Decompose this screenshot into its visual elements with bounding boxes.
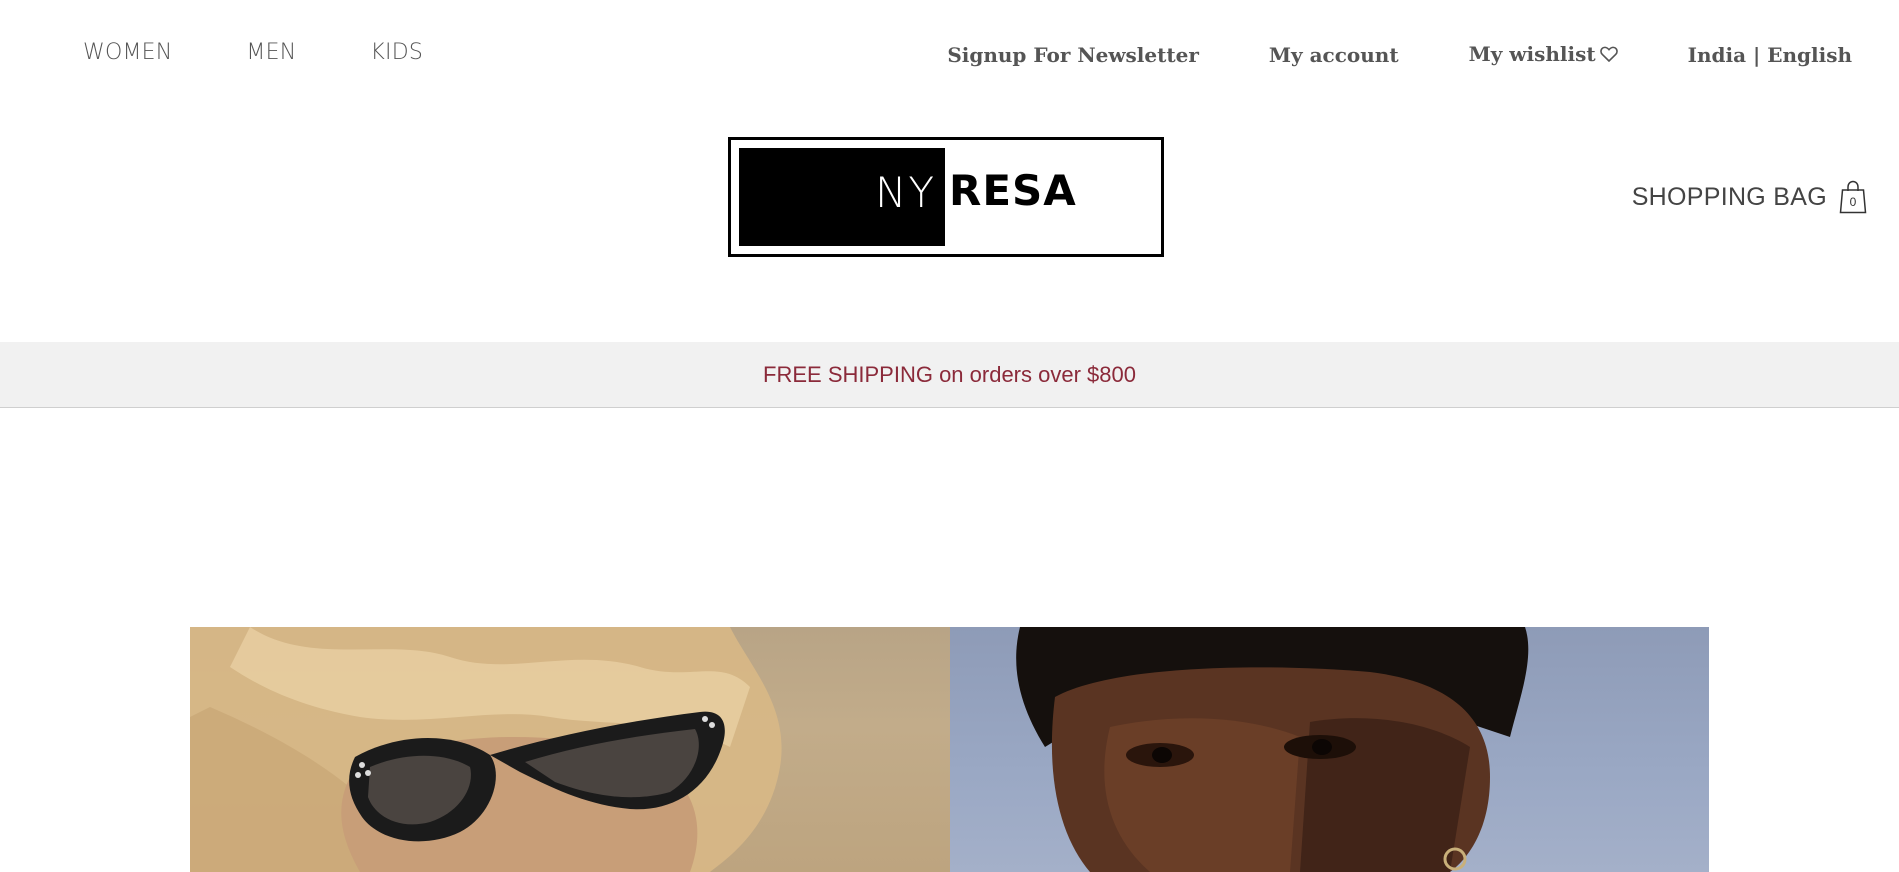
my-wishlist-link[interactable]: My wishlist xyxy=(1469,42,1618,67)
my-account-label: My account xyxy=(1268,42,1399,67)
category-nav: WOMEN MEN KIDS xyxy=(83,40,423,65)
shopping-bag-label: SHOPPING BAG xyxy=(1631,182,1827,211)
my-account-link[interactable]: My account xyxy=(1269,43,1399,67)
my-wishlist-label: My wishlist xyxy=(1468,42,1596,66)
free-shipping-message: FREE SHIPPING on orders over $800 xyxy=(763,361,1136,387)
logo-text-resa: RESA xyxy=(949,166,1077,215)
man-portrait-image xyxy=(1016,627,1529,872)
utility-nav: Signup For Newsletter My account My wish… xyxy=(947,42,1852,67)
shopping-bag-button[interactable]: SHOPPING BAG 0 xyxy=(1632,180,1867,214)
newsletter-signup-link[interactable]: Signup For Newsletter xyxy=(947,43,1199,67)
woman-with-sunglasses-image xyxy=(190,627,782,872)
nav-women-link[interactable]: WOMEN xyxy=(83,40,172,65)
nav-men-link[interactable]: MEN xyxy=(246,40,296,65)
logo-text-ny: NY xyxy=(875,168,937,217)
nav-kids-link[interactable]: KIDS xyxy=(370,40,423,65)
top-navigation: WOMEN MEN KIDS Signup For Newsletter My … xyxy=(0,0,1899,110)
hero-image-women[interactable] xyxy=(190,627,950,872)
hero-image-men[interactable] xyxy=(950,627,1709,872)
hero-banner xyxy=(190,627,1709,872)
promo-banner: FREE SHIPPING on orders over $800 xyxy=(0,342,1899,408)
heart-icon xyxy=(1599,43,1618,67)
shopping-bag-icon: 0 xyxy=(1839,180,1867,214)
brand-logo[interactable]: NY RESA xyxy=(728,137,1164,257)
locale-selector[interactable]: India | English xyxy=(1688,43,1852,67)
shopping-bag-count: 0 xyxy=(1849,195,1857,209)
